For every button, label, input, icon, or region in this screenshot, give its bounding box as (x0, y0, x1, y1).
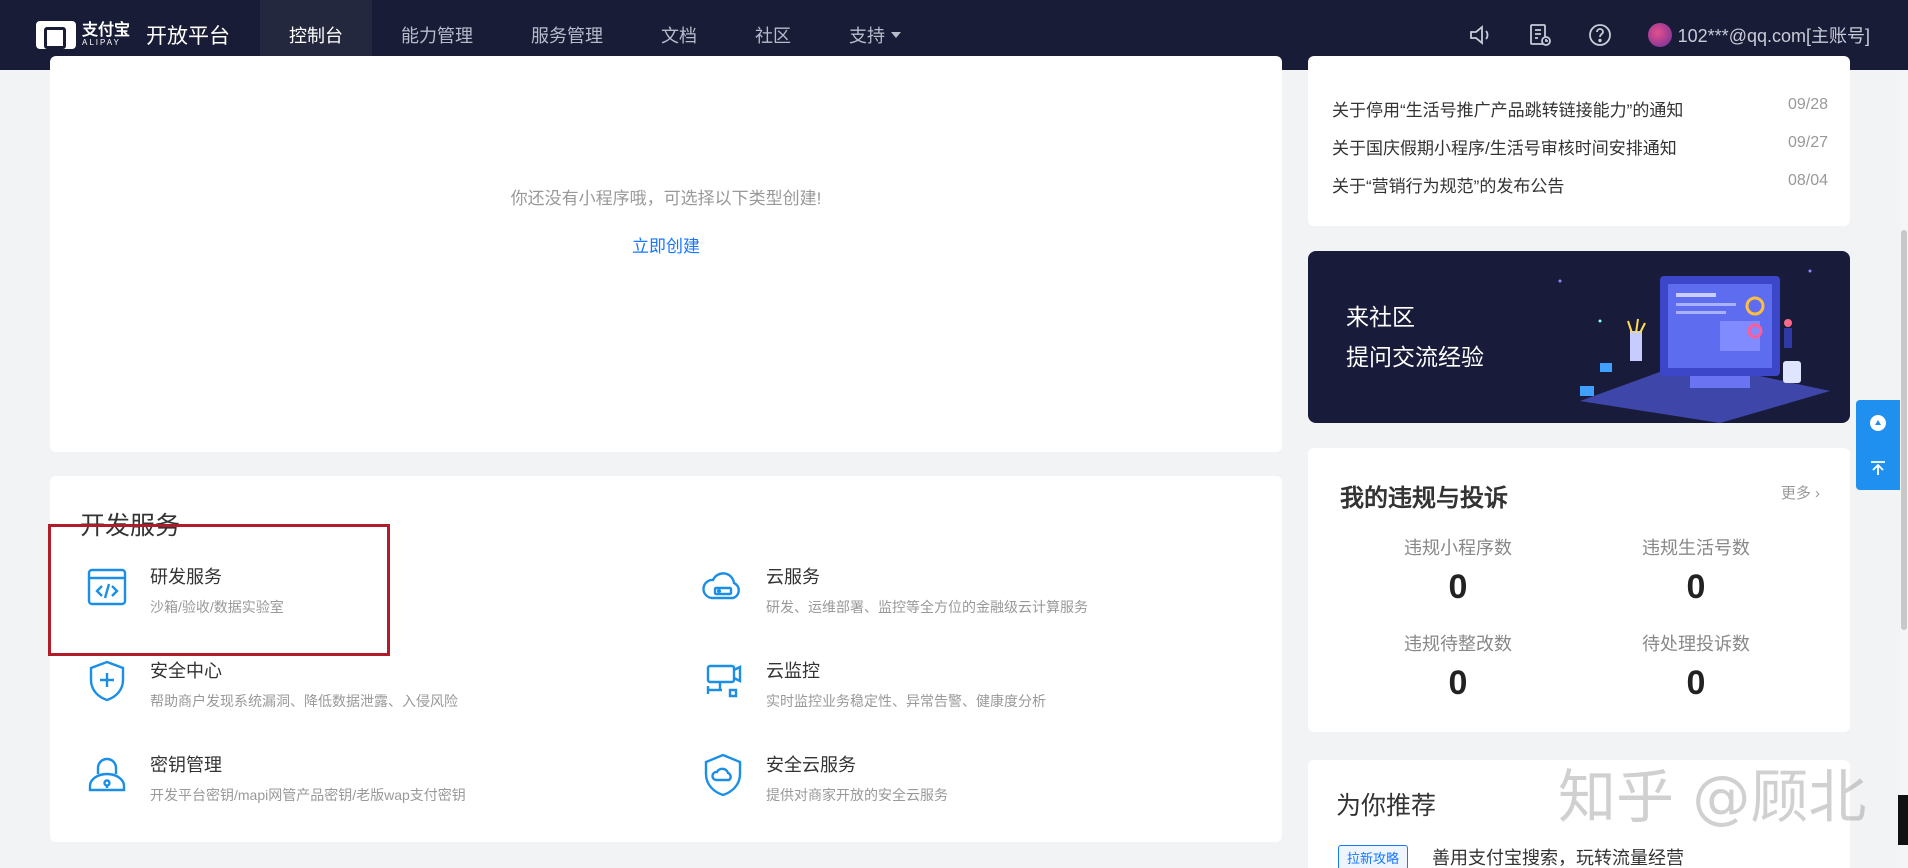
stat-value: 0 (1686, 568, 1706, 606)
stat-label: 违规生活号数 (1642, 538, 1750, 558)
shield-plus-icon (84, 658, 130, 704)
service-name: 安全中心 (150, 661, 222, 681)
service-name: 密钥管理 (150, 755, 222, 775)
platform-title: 开放平台 (146, 25, 231, 48)
floating-toolbar (1856, 400, 1900, 490)
notice-title: 关于停用“生活号推广产品跳转链接能力”的通知 (1332, 101, 1684, 120)
back-to-top-button[interactable] (1856, 445, 1900, 490)
back-to-top-icon (1871, 460, 1885, 475)
highlight-annotation-box (48, 524, 390, 656)
service-name: 云监控 (766, 661, 820, 681)
feedback-button[interactable] (1856, 400, 1900, 445)
notice-date: 08/04 (1787, 172, 1828, 189)
cloud-server-icon (700, 564, 746, 610)
service-cloud[interactable]: 云服务 研发、运维部署、监控等全方位的金融级云计算服务 (700, 564, 1088, 617)
service-desc: 研发、运维部署、监控等全方位的金融级云计算服务 (766, 599, 1088, 615)
create-now-link[interactable]: 立即创建 (50, 232, 1282, 257)
stat-label: 违规待整改数 (1404, 634, 1512, 654)
watermark: 知乎 @顾北 (1558, 763, 1867, 831)
service-desc: 实时监控业务稳定性、异常告警、健康度分析 (766, 693, 1046, 709)
notice-title: 关于“营销行为规范”的发布公告 (1332, 177, 1565, 196)
service-cloud-monitor[interactable]: 云监控 实时监控业务稳定性、异常告警、健康度分析 (700, 658, 1046, 711)
stat-violating-miniapps: 违规小程序数 0 (1358, 534, 1558, 607)
service-name: 云服务 (766, 567, 820, 587)
empty-state-text: 你还没有小程序哦，可选择以下类型创建! (510, 189, 822, 208)
notice-date: 09/28 (1787, 96, 1828, 113)
violation-title: 我的违规与投诉 (1340, 485, 1508, 512)
more-link[interactable]: 更多 › (1781, 482, 1820, 503)
notice-item[interactable]: 关于停用“生活号推广产品跳转链接能力”的通知 09/28 (1332, 96, 1828, 121)
stat-value: 0 (1448, 664, 1468, 702)
speaker-icon[interactable] (1466, 21, 1494, 49)
camera-monitor-icon (700, 658, 746, 704)
community-line-1: 来社区 (1346, 304, 1415, 330)
chevron-right-icon: › (1810, 485, 1820, 502)
violation-card: 我的违规与投诉 更多 › 违规小程序数 0 违规生活号数 0 违规待整改数 0 … (1308, 448, 1850, 732)
feedback-icon (1870, 414, 1886, 431)
help-icon[interactable] (1586, 21, 1614, 49)
notice-date: 09/27 (1787, 134, 1828, 151)
avatar (1647, 23, 1672, 47)
scrollbar-thumb[interactable] (1901, 230, 1907, 630)
logo-brand-cn: 支付宝 (82, 22, 131, 39)
notice-item[interactable]: 关于“营销行为规范”的发布公告 08/04 (1332, 172, 1828, 197)
lock-icon (84, 752, 130, 798)
recommend-text: 善用支付宝搜索，玩转流量经营 (1432, 848, 1685, 868)
community-illustration-icon (1558, 269, 1830, 423)
stat-label: 待处理投诉数 (1642, 634, 1750, 654)
logo[interactable]: 支付宝 ALIPAY 开放平台 (36, 20, 260, 50)
logo-brand-en: ALIPAY (82, 38, 121, 47)
miniapp-card: 你还没有小程序哦，可选择以下类型创建! 立即创建 (50, 56, 1282, 452)
user-account-menu[interactable]: 102***@qq.com[主账号] (1647, 22, 1870, 48)
notice-card: 关于停用“生活号推广产品跳转链接能力”的通知 09/28 关于国庆假期小程序/生… (1308, 56, 1850, 226)
chevron-down-icon (891, 32, 901, 38)
stat-value: 0 (1686, 664, 1706, 702)
notice-item[interactable]: 关于国庆假期小程序/生活号审核时间安排通知 09/27 (1332, 134, 1828, 159)
recommend-item[interactable]: 拉新攻略 善用支付宝搜索，玩转流量经营 (1338, 844, 1684, 868)
recommend-badge: 拉新攻略 (1338, 844, 1409, 868)
stat-pending-complaints: 待处理投诉数 0 (1596, 630, 1796, 703)
alipay-logo-icon (36, 21, 76, 49)
document-clock-icon[interactable] (1526, 21, 1554, 49)
service-security-center[interactable]: 安全中心 帮助商户发现系统漏洞、降低数据泄露、入侵风险 (84, 658, 458, 711)
service-key-management[interactable]: 密钥管理 开发平台密钥/mapi网管产品密钥/老版wap支付密钥 (84, 752, 466, 805)
service-name: 安全云服务 (766, 755, 856, 775)
user-account-label: 102***@qq.com[主账号] (1677, 26, 1870, 46)
stat-violating-lifeaccounts: 违规生活号数 0 (1596, 534, 1796, 607)
service-desc: 提供对商家开放的安全云服务 (766, 787, 948, 803)
stat-pending-rectification: 违规待整改数 0 (1358, 630, 1558, 703)
stat-value: 0 (1448, 568, 1468, 606)
scrollbar-handle (1898, 795, 1908, 845)
stat-label: 违规小程序数 (1404, 538, 1512, 558)
community-banner[interactable]: 来社区 提问交流经验 (1308, 251, 1850, 423)
shield-cloud-icon (700, 752, 746, 798)
recommend-title: 为你推荐 (1336, 792, 1437, 820)
notice-title: 关于国庆假期小程序/生活号审核时间安排通知 (1332, 139, 1677, 158)
service-desc: 开发平台密钥/mapi网管产品密钥/老版wap支付密钥 (150, 787, 466, 803)
service-desc: 帮助商户发现系统漏洞、降低数据泄露、入侵风险 (150, 693, 458, 709)
community-line-2: 提问交流经验 (1346, 344, 1484, 370)
service-security-cloud[interactable]: 安全云服务 提供对商家开放的安全云服务 (700, 752, 948, 805)
